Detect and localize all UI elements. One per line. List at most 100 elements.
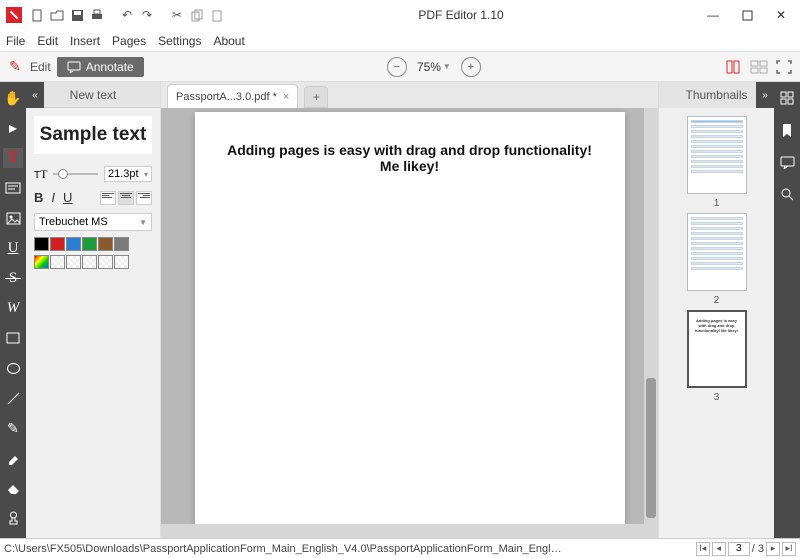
empty-swatch[interactable] xyxy=(50,255,65,269)
menu-file[interactable]: File xyxy=(6,34,25,48)
scroll-thumb[interactable] xyxy=(646,378,656,518)
menu-settings[interactable]: Settings xyxy=(158,34,201,48)
last-page-button[interactable]: ▸I xyxy=(782,542,796,556)
tab-strip: PassportA...3.0.pdf * × + xyxy=(161,82,658,108)
page-viewport[interactable]: Adding pages is easy with drag and drop … xyxy=(161,108,658,524)
strikeout-tool-icon[interactable]: S xyxy=(3,268,23,288)
align-center-button[interactable] xyxy=(118,191,134,205)
empty-swatch[interactable] xyxy=(82,255,97,269)
thumbnail-page[interactable] xyxy=(687,116,747,194)
text-preview: Sample text xyxy=(34,116,152,154)
cut-icon[interactable]: ✂ xyxy=(168,6,186,24)
color-swatch[interactable] xyxy=(66,237,81,251)
thumbnails-rail-icon[interactable] xyxy=(777,88,797,108)
paste-icon[interactable] xyxy=(208,6,226,24)
font-size-icon: TT xyxy=(34,167,47,182)
minimize-button[interactable]: — xyxy=(696,1,730,29)
highlight-tool-icon[interactable] xyxy=(3,448,23,468)
squiggly-tool-icon[interactable]: W xyxy=(3,298,23,318)
save-icon[interactable] xyxy=(68,6,86,24)
page-text-line: Adding pages is easy with drag and drop … xyxy=(215,142,605,158)
status-path: C:\Users\FX505\Downloads\PassportApplica… xyxy=(4,543,564,555)
menubar: File Edit Insert Pages Settings About xyxy=(0,30,800,52)
app-icon xyxy=(6,7,22,23)
color-swatch[interactable] xyxy=(50,237,65,251)
underline-button[interactable]: U xyxy=(63,190,72,205)
italic-button[interactable]: I xyxy=(51,190,55,205)
color-swatch[interactable] xyxy=(98,237,113,251)
page-number-input[interactable] xyxy=(728,542,750,556)
comments-rail-icon[interactable] xyxy=(777,152,797,172)
thumbnail-number: 3 xyxy=(714,392,720,403)
edit-label[interactable]: Edit xyxy=(30,60,51,74)
expand-thumbnails-button[interactable]: » xyxy=(756,82,774,108)
menu-edit[interactable]: Edit xyxy=(37,34,58,48)
redo-icon[interactable]: ↷ xyxy=(138,6,156,24)
font-family-select[interactable]: Trebuchet MS▼ xyxy=(34,213,152,231)
prev-page-button[interactable]: ◂ xyxy=(712,542,726,556)
underline-tool-icon[interactable]: U xyxy=(3,238,23,258)
color-swatch[interactable] xyxy=(114,237,129,251)
undo-icon[interactable]: ↶ xyxy=(118,6,136,24)
image-tool-icon[interactable] xyxy=(3,208,23,228)
stamp-tool-icon[interactable] xyxy=(3,508,23,528)
thumbnail-page[interactable] xyxy=(687,213,747,291)
textbox-tool-icon[interactable] xyxy=(3,178,23,198)
menu-insert[interactable]: Insert xyxy=(70,34,100,48)
properties-header: « New text xyxy=(26,82,160,108)
new-doc-icon[interactable] xyxy=(28,6,46,24)
annotate-button[interactable]: Annotate xyxy=(57,57,144,77)
next-page-button[interactable]: ▸ xyxy=(766,542,780,556)
zoom-out-button[interactable]: − xyxy=(387,57,407,77)
thumbnail-page-selected[interactable]: Adding pages is easy with drag and drop … xyxy=(687,310,747,388)
menu-about[interactable]: About xyxy=(213,34,244,48)
two-page-icon[interactable] xyxy=(750,60,768,74)
vertical-scrollbar[interactable] xyxy=(644,108,658,524)
search-rail-icon[interactable] xyxy=(777,184,797,204)
empty-swatch[interactable] xyxy=(98,255,113,269)
first-page-button[interactable]: I◂ xyxy=(696,542,710,556)
ellipse-tool-icon[interactable] xyxy=(3,358,23,378)
document-tab[interactable]: PassportA...3.0.pdf * × xyxy=(167,84,298,108)
rect-tool-icon[interactable] xyxy=(3,328,23,348)
collapse-panel-button[interactable]: « xyxy=(26,82,44,108)
horizontal-scrollbar[interactable] xyxy=(161,524,658,538)
window-title: PDF Editor 1.10 xyxy=(226,8,696,22)
thumbnail-number: 2 xyxy=(714,295,720,306)
edit-mode-icon[interactable]: ✎ xyxy=(6,58,24,76)
color-swatch[interactable] xyxy=(82,237,97,251)
font-size-slider[interactable] xyxy=(53,173,98,175)
eraser-tool-icon[interactable] xyxy=(3,478,23,498)
select-tool-icon[interactable]: ▸ xyxy=(3,118,23,138)
align-left-button[interactable] xyxy=(100,191,116,205)
text-tool-icon[interactable]: T xyxy=(3,148,23,168)
copy-icon[interactable] xyxy=(188,6,206,24)
close-button[interactable]: ✕ xyxy=(764,1,798,29)
zoom-in-button[interactable]: + xyxy=(461,57,481,77)
pencil-tool-icon[interactable]: ✎ xyxy=(3,418,23,438)
close-tab-icon[interactable]: × xyxy=(283,91,289,103)
page-canvas[interactable]: Adding pages is easy with drag and drop … xyxy=(195,112,625,524)
hand-tool-icon[interactable]: ✋ xyxy=(3,88,23,108)
bookmarks-rail-icon[interactable] xyxy=(777,120,797,140)
empty-swatch[interactable] xyxy=(114,255,129,269)
annotate-label: Annotate xyxy=(86,60,134,74)
bold-button[interactable]: B xyxy=(34,190,43,205)
font-size-field[interactable]: 21.3pt▾ xyxy=(104,166,152,182)
single-page-icon[interactable] xyxy=(724,60,742,74)
zoom-value[interactable]: 75%▼ xyxy=(417,60,451,74)
empty-swatch[interactable] xyxy=(66,255,81,269)
color-picker-button[interactable] xyxy=(34,255,49,269)
new-tab-button[interactable]: + xyxy=(304,86,328,108)
align-right-button[interactable] xyxy=(136,191,152,205)
fullscreen-icon[interactable] xyxy=(776,60,794,74)
maximize-button[interactable] xyxy=(730,1,764,29)
color-swatch[interactable] xyxy=(34,237,49,251)
line-tool-icon[interactable] xyxy=(3,388,23,408)
thumbnail-number: 1 xyxy=(714,198,720,209)
menu-pages[interactable]: Pages xyxy=(112,34,146,48)
thumbnails-header: Thumbnails » xyxy=(659,82,774,108)
open-icon[interactable] xyxy=(48,6,66,24)
document-area: PassportA...3.0.pdf * × + Adding pages i… xyxy=(161,82,658,538)
print-icon[interactable] xyxy=(88,6,106,24)
